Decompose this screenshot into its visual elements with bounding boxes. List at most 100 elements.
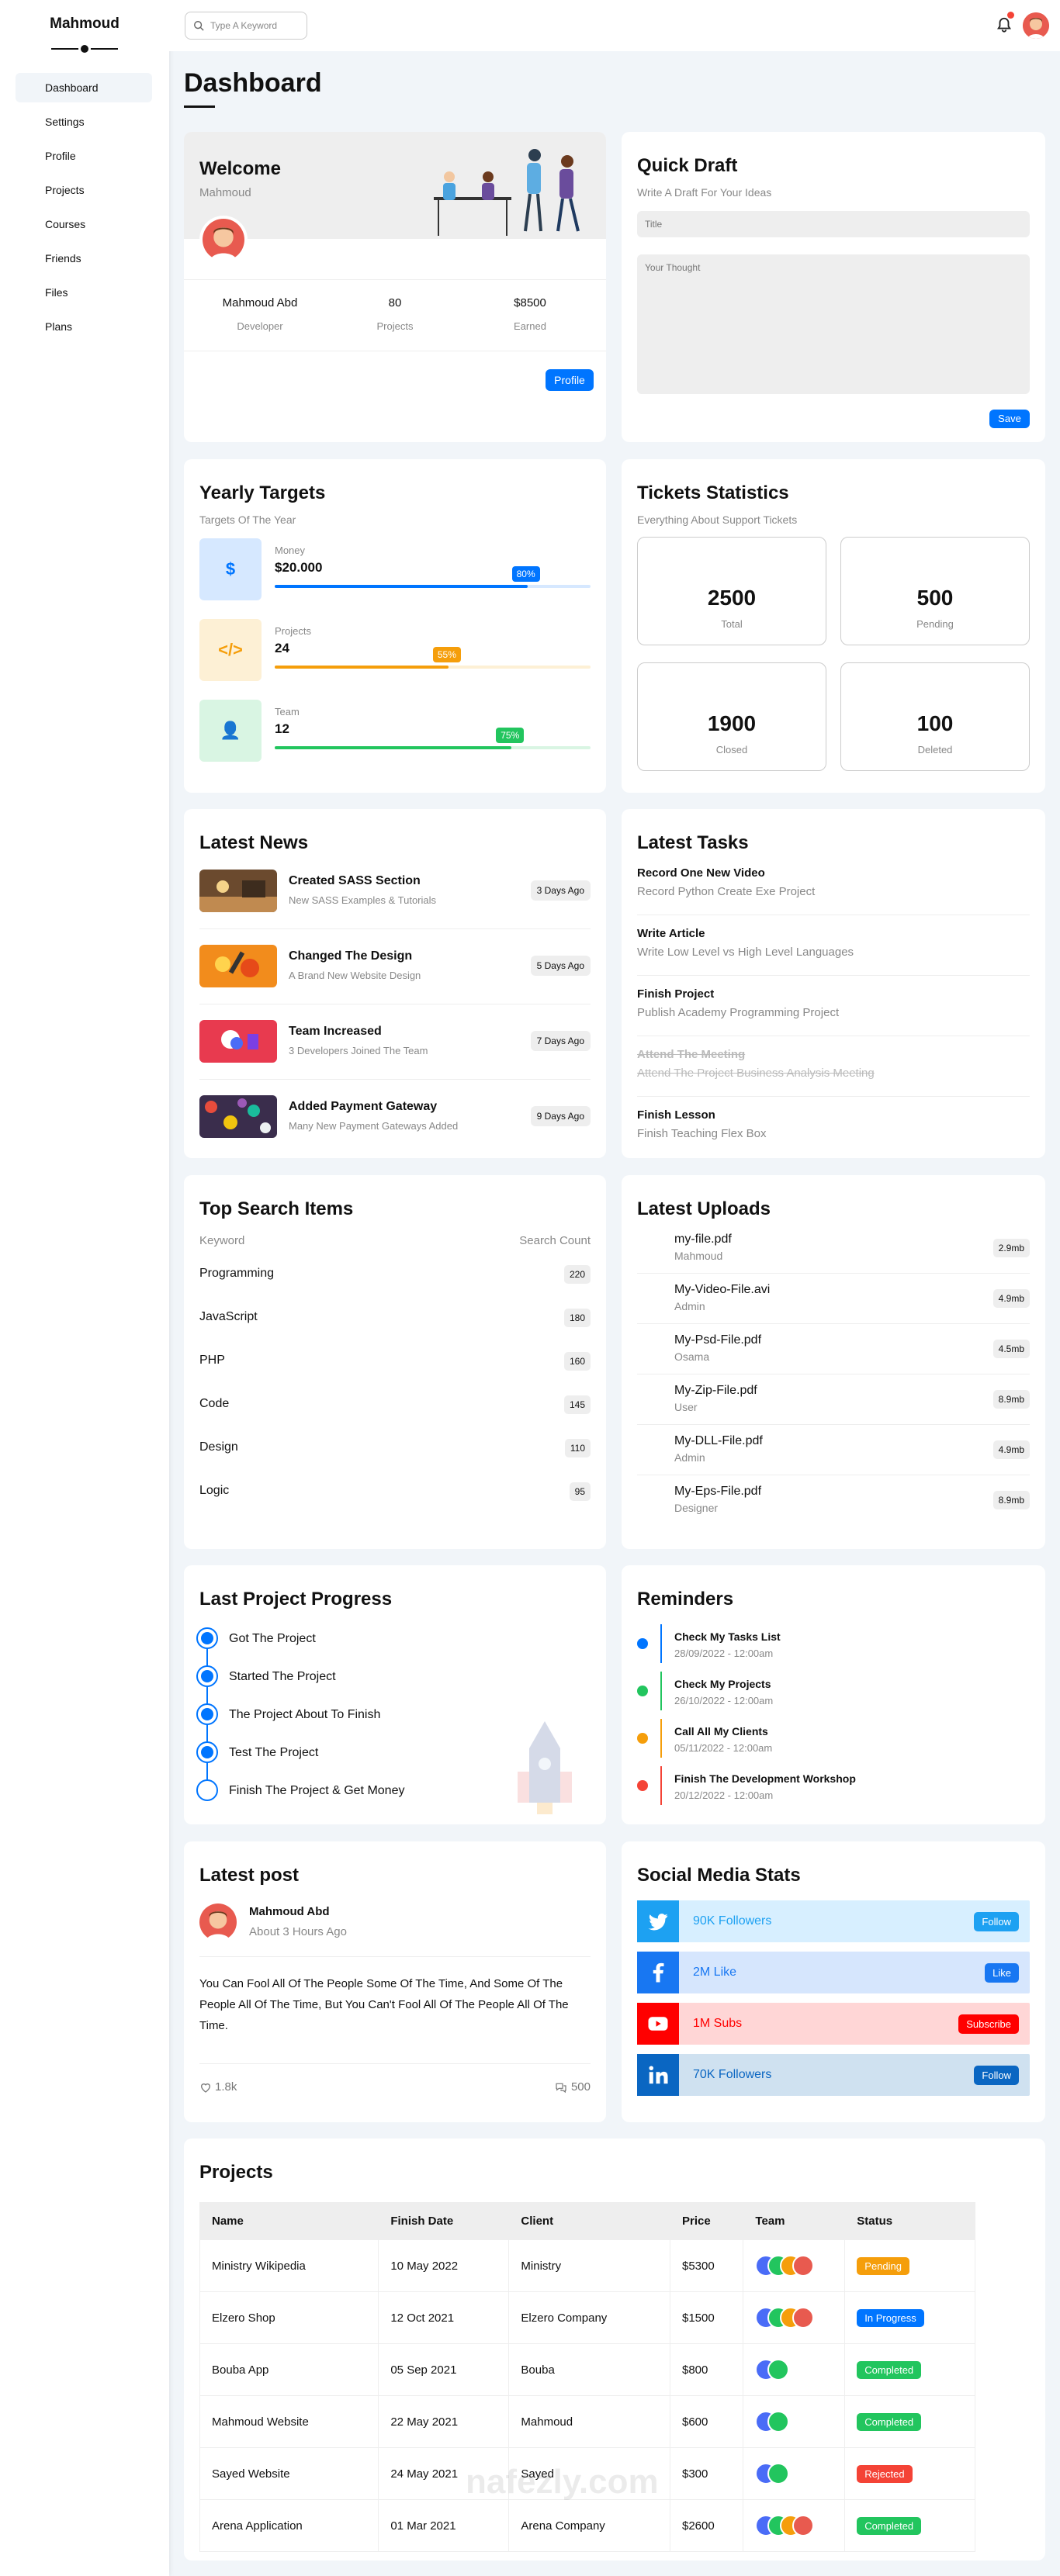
sidebar-item-label: Files (45, 286, 68, 299)
divider (637, 1096, 1030, 1097)
social-action-button[interactable]: Like (985, 1963, 1019, 1983)
task-desc: Publish Academy Programming Project (637, 1006, 840, 1019)
table-row[interactable]: Mahmoud Website 22 May 2021 Mahmoud $600 Com… (199, 2395, 975, 2448)
sidebar-item-label: Settings (45, 116, 85, 128)
trash-icon[interactable] (1017, 938, 1030, 952)
news-title[interactable]: Team Increased (289, 1025, 382, 1039)
status-badge: Completed (857, 2360, 922, 2379)
upload-filename[interactable]: My-Eps-File.pdf (674, 1485, 761, 1499)
ticket-stat-box: 1900 Closed (637, 662, 826, 771)
draft-title-input[interactable]: Title (637, 211, 1030, 237)
save-button[interactable]: Save (989, 410, 1030, 428)
rocket-illustration-icon (518, 1721, 572, 1814)
cell-name: Ministry Wikipedia (199, 2239, 379, 2292)
target-progress-track (275, 585, 591, 588)
file-icon (25, 287, 36, 298)
sidebar-item-settings[interactable]: Settings (16, 107, 152, 137)
news-title[interactable]: Changed The Design (289, 949, 412, 963)
cell-team (743, 2447, 846, 2500)
sidebar-item-dashboard[interactable]: Dashboard (16, 73, 152, 102)
reminder-date: 05/11/2022 - 12:00am (674, 1742, 773, 1754)
sidebar-item-friends[interactable]: Friends (16, 244, 152, 273)
sidebar-item-files[interactable]: Files (16, 278, 152, 307)
upload-filename[interactable]: my-file.pdf (674, 1233, 732, 1247)
ticket-stat-box: 500 Pending (840, 537, 1030, 645)
file-eps-icon (637, 1486, 660, 1514)
cell-client: Elzero Company (508, 2291, 670, 2344)
cell-client: Mahmoud (508, 2395, 670, 2448)
trash-icon[interactable] (1017, 998, 1030, 1012)
progress-step-label: Finish The Project & Get Money (229, 1784, 405, 1797)
table-row[interactable]: Elzero Shop 12 Oct 2021 Elzero Company $150… (199, 2291, 975, 2344)
trash-icon[interactable] (1017, 877, 1030, 891)
progress-step-dot (196, 1665, 218, 1687)
reminder-title: Call All My Clients (674, 1725, 768, 1738)
search-input[interactable]: Type A Keyword (185, 12, 307, 40)
task-desc: Attend The Project Business Analysis Mee… (637, 1067, 875, 1080)
cell-status: Completed (844, 2395, 975, 2448)
ticket-label: Total (721, 618, 743, 630)
cell-price: $600 (669, 2395, 744, 2448)
social-row-twitter: 90K Followers Follow (637, 1900, 1030, 1942)
table-row[interactable]: Ministry Wikipedia 10 May 2022 Ministry $53… (199, 2239, 975, 2292)
target-progress-fill (275, 746, 512, 749)
keyword-column: Keyword (199, 1234, 245, 1247)
user-icon: 👤 (199, 700, 262, 762)
social-stats-card: Social Media Stats 90K Followers Follow 2M… (622, 1841, 1045, 2122)
search-keyword: Logic (199, 1484, 230, 1497)
reminder-date: 26/10/2022 - 12:00am (674, 1695, 774, 1706)
trash-icon[interactable] (1017, 1059, 1030, 1073)
post-likes[interactable]: 1.8k (199, 2080, 237, 2094)
list-icon (722, 556, 743, 578)
draft-thought-textarea[interactable]: Your Thought (637, 254, 1030, 394)
sidebar-item-profile[interactable]: Profile (16, 141, 152, 171)
trash-icon[interactable] (1017, 1119, 1030, 1133)
task-title: Record One New Video (637, 866, 765, 880)
table-row[interactable]: Bouba App 05 Sep 2021 Bouba $800 Completed (199, 2343, 975, 2396)
search-count-badge: 180 (563, 1309, 591, 1327)
reminder-bar (660, 1766, 662, 1805)
search-keyword: Design (199, 1440, 238, 1454)
file-psd-icon (637, 1335, 660, 1363)
social-action-button[interactable]: Subscribe (958, 2014, 1019, 2034)
cell-status: Completed (844, 2343, 975, 2396)
sidebar-item-projects[interactable]: Projects (16, 175, 152, 205)
cell-status: Pending (844, 2239, 975, 2292)
news-title[interactable]: Added Payment Gateway (289, 1100, 437, 1114)
reminder-title: Finish The Development Workshop (674, 1772, 856, 1785)
upload-filename[interactable]: My-Video-File.avi (674, 1283, 770, 1297)
task-title: Attend The Meeting (637, 1048, 746, 1061)
divider (199, 1079, 591, 1080)
column-header: Team (743, 2202, 846, 2240)
social-action-button[interactable]: Follow (974, 2066, 1019, 2085)
file-ext-label: DLL (641, 1453, 652, 1458)
upload-filename[interactable]: My-Zip-File.pdf (674, 1384, 757, 1398)
table-row[interactable]: Arena Application 01 Mar 2021 Arena Compan… (199, 2499, 975, 2552)
cell-price: $800 (669, 2343, 744, 2396)
news-title[interactable]: Created SASS Section (289, 874, 421, 888)
yearly-targets-card: Yearly Targets Targets Of The Year $ Mone… (184, 459, 606, 793)
file-ext-label: EPS (640, 1503, 652, 1509)
post-avatar (199, 1903, 237, 1941)
social-stat-text: 1M Subs (693, 2017, 743, 2030)
post-comments[interactable]: 500 (554, 2080, 591, 2094)
cell-status: In Progress (844, 2291, 975, 2344)
spinner-icon (925, 556, 947, 578)
upload-filename[interactable]: My-DLL-File.pdf (674, 1434, 763, 1448)
divider (199, 928, 591, 929)
upload-filename[interactable]: My-Psd-File.pdf (674, 1333, 761, 1347)
divider (184, 279, 606, 280)
profile-button[interactable]: Profile (546, 369, 594, 391)
sidebar-item-plans[interactable]: Plans (16, 312, 152, 341)
social-action-button[interactable]: Follow (974, 1912, 1019, 1931)
sidebar-item-courses[interactable]: Courses (16, 209, 152, 239)
avatar[interactable] (1023, 12, 1049, 39)
search-count-badge: 220 (563, 1265, 591, 1284)
sidebar-item-label: Profile (45, 150, 76, 162)
status-badge: Completed (857, 2412, 922, 2431)
news-thumbnail-icon (199, 945, 277, 987)
social-title: Social Media Stats (637, 1865, 801, 1886)
x-square-icon (925, 682, 947, 704)
target-label: Projects (275, 625, 311, 637)
search-placeholder: Type A Keyword (210, 20, 278, 31)
